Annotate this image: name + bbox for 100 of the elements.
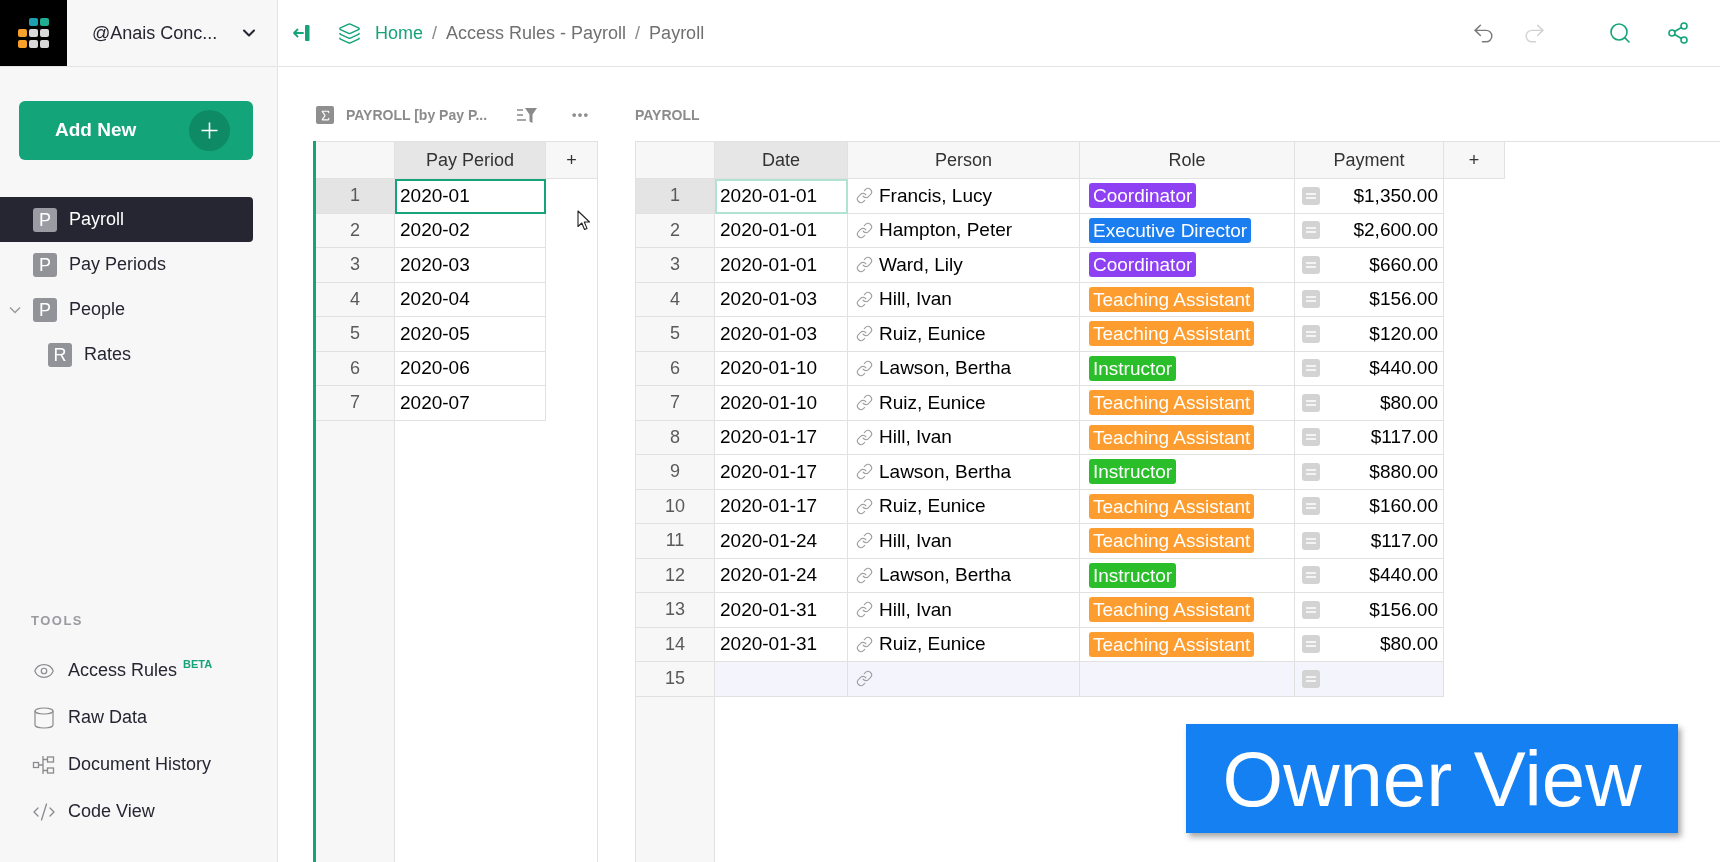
role-tag: Instructor — [1089, 562, 1177, 588]
reference-icon — [1302, 290, 1320, 309]
role-tag: Teaching Assistant — [1089, 321, 1255, 347]
payment-amount: $660.00 — [1369, 252, 1438, 277]
reference-icon — [1302, 497, 1320, 516]
plus-icon — [189, 110, 230, 151]
search-icon[interactable] — [1608, 21, 1632, 45]
date-cell: 2020-01-17 — [715, 489, 848, 524]
summary-table-icon — [316, 106, 334, 124]
person-name: Hill, Ivan — [879, 597, 952, 622]
new-row[interactable]: 15 — [636, 662, 1444, 697]
link-icon — [856, 532, 873, 550]
reference-icon — [1302, 566, 1320, 585]
pay-period-cell: 2020-06 — [395, 351, 546, 386]
row-number: 4 — [636, 282, 715, 317]
row-number: 1 — [636, 179, 715, 214]
reference-icon — [1302, 428, 1320, 447]
add-column-button[interactable]: + — [546, 142, 597, 179]
row-number: 13 — [636, 593, 715, 628]
tools-heading: TOOLS — [31, 612, 85, 631]
pay-period-cell: 2020-02 — [395, 213, 546, 248]
pay-period-cell: 2020-04 — [395, 282, 546, 317]
reference-icon — [1302, 359, 1320, 378]
page-item[interactable]: R Rates — [0, 332, 253, 377]
tool-item[interactable]: Code View — [0, 788, 277, 835]
link-icon — [856, 635, 873, 653]
cursor-icon — [577, 210, 591, 231]
row-number: 9 — [636, 455, 715, 490]
payment-amount: $156.00 — [1369, 287, 1438, 311]
page-item[interactable]: P Pay Periods — [0, 242, 253, 287]
reference-icon — [1302, 600, 1320, 619]
date-cell: 2020-01-01 — [715, 213, 848, 248]
person-name: Francis, Lucy — [879, 183, 992, 208]
reference-icon — [1302, 186, 1320, 205]
column-header[interactable]: Person — [848, 142, 1080, 179]
person-name: Hill, Ivan — [879, 287, 952, 311]
page-item[interactable]: P People — [0, 287, 253, 332]
page-initial: P — [33, 207, 57, 232]
date-cell: 2020-01-31 — [715, 593, 848, 628]
payment-amount: $117.00 — [1370, 425, 1438, 449]
payment-amount: $1,350.00 — [1353, 183, 1438, 208]
person-name: Ruiz, Eunice — [879, 632, 986, 656]
role-tag: Teaching Assistant — [1089, 631, 1255, 657]
payment-amount: $2,600.00 — [1353, 218, 1438, 242]
tool-item[interactable]: Raw Data — [0, 694, 277, 741]
pay-period-cell: 2020-05 — [395, 317, 546, 352]
breadcrumb-separator: / — [432, 21, 438, 45]
role-tag: Teaching Assistant — [1089, 597, 1255, 623]
link-icon — [856, 221, 873, 239]
link-icon — [856, 670, 873, 688]
link-icon — [856, 290, 873, 308]
role-tag: Coordinator — [1089, 252, 1197, 278]
page-initial: R — [48, 342, 72, 367]
row-number: 2 — [636, 213, 715, 248]
role-tag: Teaching Assistant — [1089, 390, 1255, 416]
date-cell: 2020-01-01 — [715, 248, 848, 283]
collapse-sidebar-icon[interactable] — [292, 24, 312, 42]
row-number: 10 — [636, 489, 715, 524]
breadcrumb-separator: / — [635, 21, 641, 45]
row-number: 3 — [636, 248, 715, 283]
tool-item[interactable]: Document History — [0, 741, 277, 788]
person-name: Ward, Lily — [879, 252, 963, 277]
person-name: Hill, Ivan — [879, 528, 952, 553]
column-header[interactable]: Role — [1080, 142, 1295, 179]
reference-icon — [1302, 221, 1320, 240]
date-cell: 2020-01-10 — [715, 386, 848, 421]
role-tag: Coordinator — [1089, 183, 1197, 209]
beta-label: BETA — [183, 657, 213, 673]
sort-filter-icon[interactable] — [516, 105, 538, 125]
tool-item[interactable]: Access Rules BETA — [0, 647, 277, 694]
payment-amount: $80.00 — [1379, 390, 1438, 415]
link-icon — [856, 325, 873, 343]
person-name: Ruiz, Eunice — [879, 321, 986, 346]
date-cell: 2020-01-03 — [715, 282, 848, 317]
reference-icon — [1302, 324, 1320, 343]
logo-icon[interactable] — [0, 0, 67, 66]
link-icon — [856, 428, 873, 446]
add-column-button[interactable]: + — [1444, 142, 1505, 179]
column-header[interactable]: Pay Period — [395, 142, 546, 179]
column-header[interactable]: Payment — [1295, 142, 1444, 179]
page-item[interactable]: P Payroll — [0, 197, 253, 242]
person-name: Ruiz, Eunice — [879, 494, 986, 518]
row-number: 6 — [636, 351, 715, 386]
share-icon[interactable] — [1666, 21, 1690, 45]
person-name: Lawson, Bertha — [879, 459, 1012, 484]
payment-amount: $120.00 — [1369, 321, 1438, 346]
reference-icon — [1302, 255, 1320, 274]
date-cell: 2020-01-01 — [715, 179, 848, 214]
column-header[interactable]: Date — [715, 142, 848, 179]
breadcrumb-current-page: Payroll — [649, 21, 705, 45]
reference-icon — [1302, 635, 1320, 654]
row-number: 2 — [316, 213, 395, 248]
breadcrumb-link[interactable]: Access Rules - Payroll — [446, 19, 627, 47]
caption-banner: Owner View — [1186, 724, 1678, 833]
link-icon — [856, 463, 873, 481]
row-number: 1 — [316, 179, 395, 214]
pay-period-cell: 2020-01 — [395, 179, 546, 214]
role-tag: Teaching Assistant — [1089, 286, 1255, 312]
row-number: 14 — [636, 627, 715, 662]
pay-period-cell: 2020-03 — [395, 248, 546, 283]
